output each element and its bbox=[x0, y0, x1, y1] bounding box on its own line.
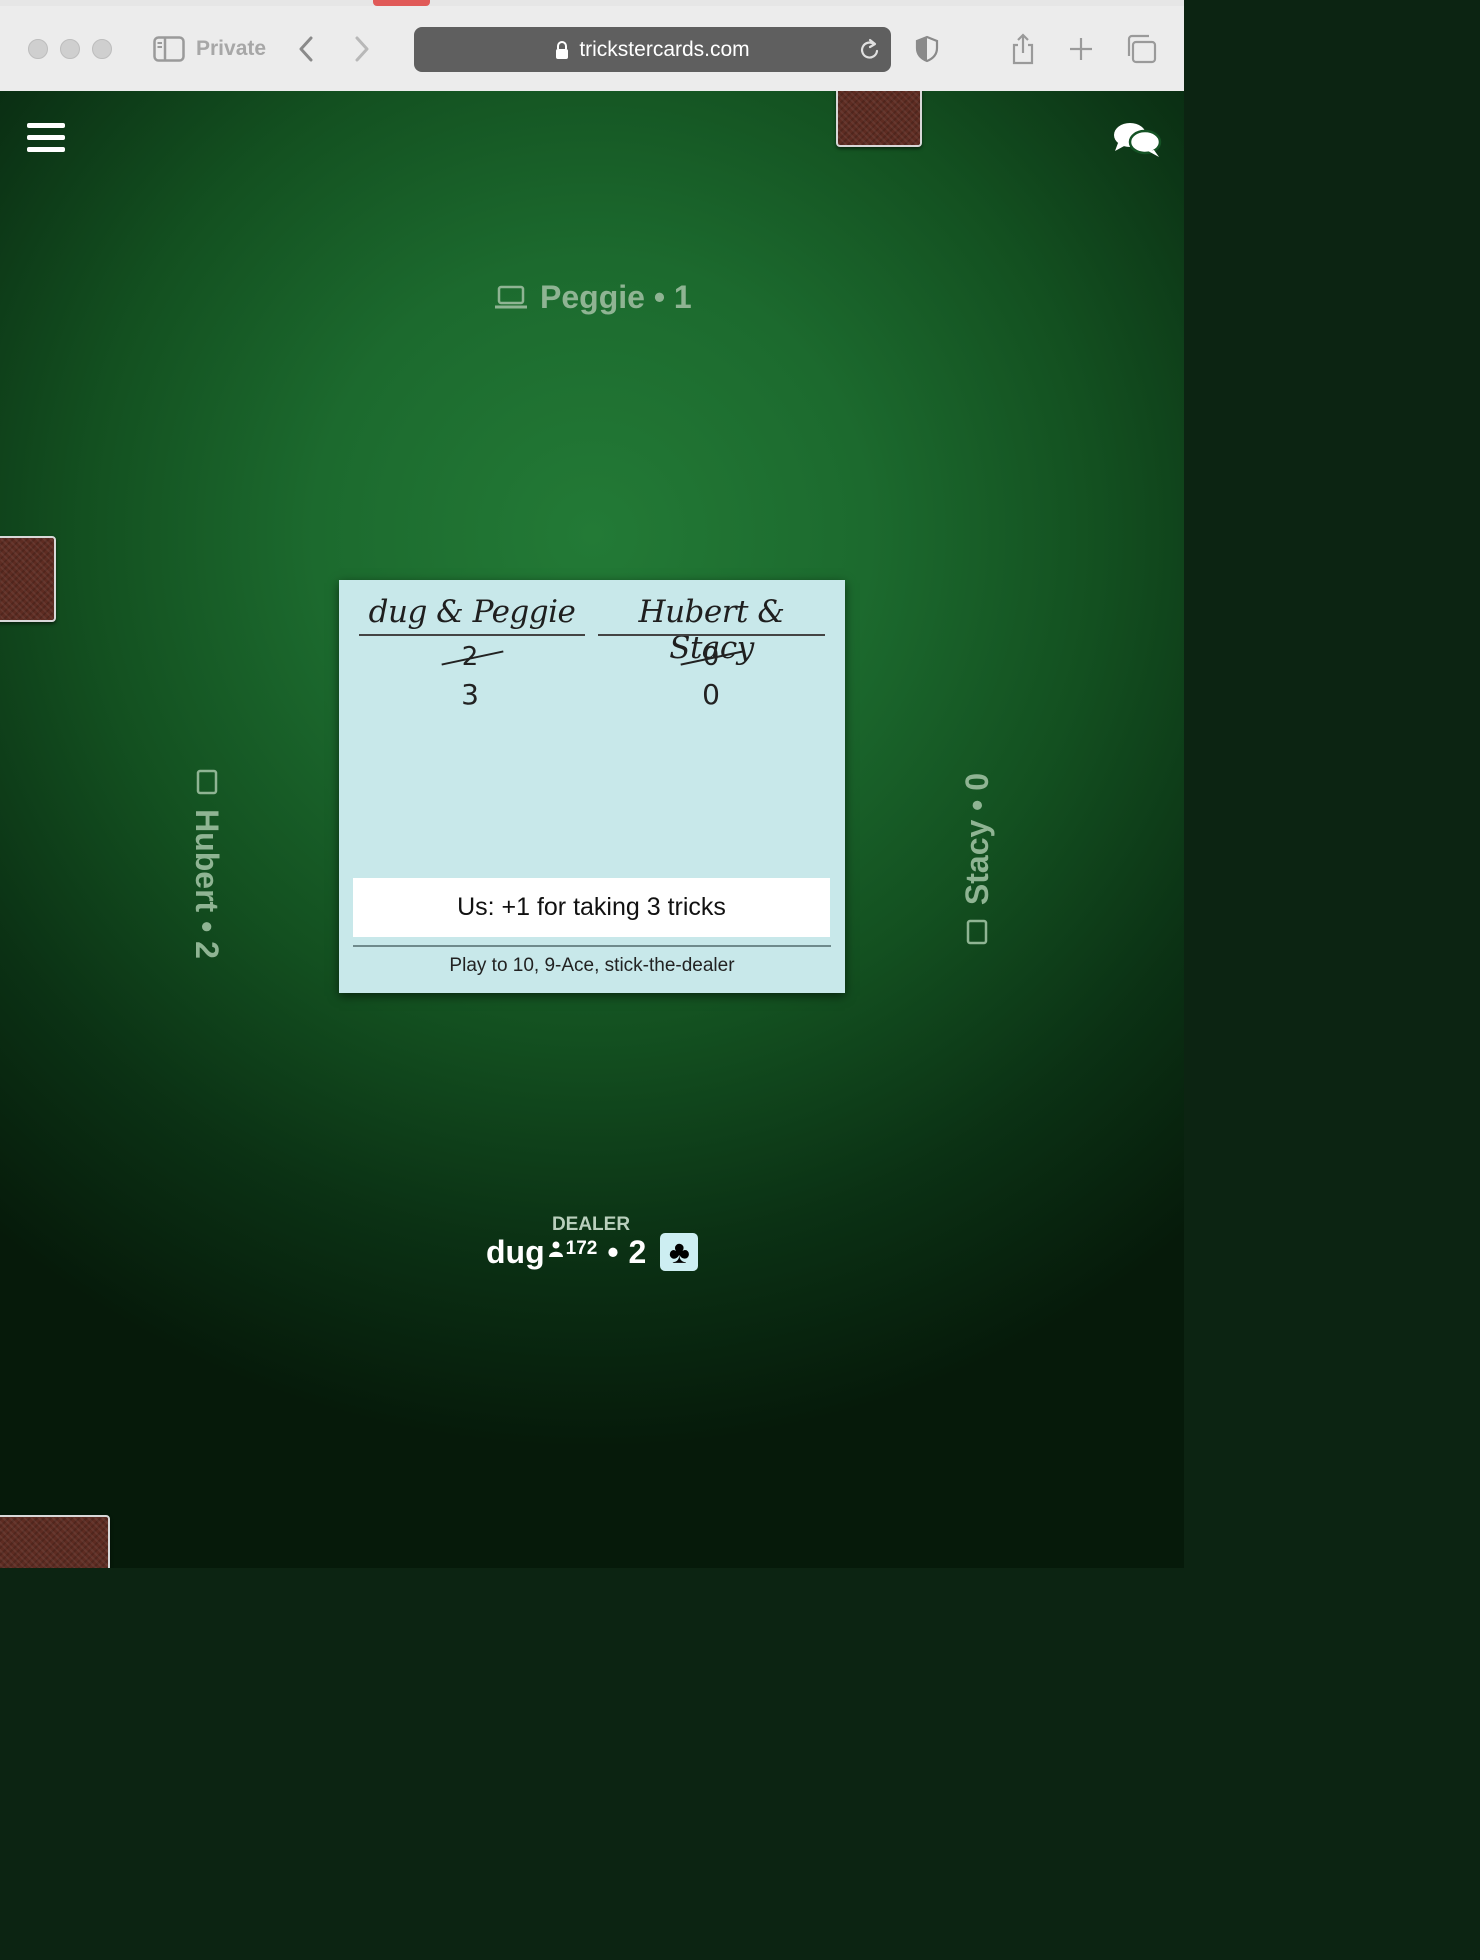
chat-icon[interactable] bbox=[1112, 120, 1162, 165]
game-table: Peggie • 1 Hubert • 2 Stacy • 0 dug & Pe… bbox=[0, 91, 1184, 1568]
forward-icon[interactable] bbox=[348, 32, 376, 66]
team-1-name: dug & Peggie bbox=[368, 594, 576, 630]
tab-overview-icon[interactable] bbox=[1124, 32, 1158, 66]
player-right-name-score: Stacy • 0 bbox=[958, 772, 995, 906]
person-icon bbox=[548, 1241, 563, 1257]
menu-icon[interactable] bbox=[27, 123, 65, 155]
team-2-divider bbox=[598, 634, 825, 636]
player-me: dug 172 • 2 ♣ bbox=[486, 1233, 699, 1271]
private-mode-label: Private bbox=[196, 37, 267, 60]
player-me-rating-value: 172 bbox=[565, 1238, 598, 1259]
player-top: Peggie • 1 bbox=[494, 279, 692, 316]
share-icon[interactable] bbox=[1008, 32, 1038, 66]
rules-divider bbox=[353, 945, 831, 947]
active-tab-indicator[interactable] bbox=[373, 0, 430, 6]
lock-icon bbox=[555, 40, 569, 60]
minimize-window-button[interactable] bbox=[60, 39, 80, 59]
team-1-current-score: 3 bbox=[461, 678, 479, 711]
team-1-divider bbox=[359, 634, 585, 636]
back-icon[interactable] bbox=[292, 32, 320, 66]
player-right: Stacy • 0 bbox=[958, 768, 996, 954]
left-player-card-stack bbox=[0, 536, 56, 622]
tablet-icon bbox=[193, 765, 221, 797]
reload-icon[interactable] bbox=[859, 38, 881, 68]
player-me-name: dug bbox=[486, 1233, 545, 1270]
my-card-stack bbox=[0, 1515, 110, 1568]
close-window-button[interactable] bbox=[28, 39, 48, 59]
zoom-window-button[interactable] bbox=[92, 39, 112, 59]
player-top-name-score: Peggie • 1 bbox=[540, 279, 692, 315]
tablet-icon bbox=[963, 917, 991, 949]
top-player-card-stack bbox=[836, 91, 922, 147]
laptop-icon bbox=[494, 285, 528, 311]
browser-toolbar: Private trickstercards.com bbox=[0, 0, 1184, 92]
player-left-name-score: Hubert • 2 bbox=[189, 809, 226, 959]
sidebar-toggle-icon[interactable] bbox=[152, 32, 186, 66]
new-tab-icon[interactable] bbox=[1066, 32, 1096, 66]
address-bar[interactable]: trickstercards.com bbox=[414, 27, 891, 72]
privacy-shield-icon[interactable] bbox=[912, 32, 942, 66]
player-me-rating: 172 bbox=[548, 1238, 598, 1260]
tab-strip bbox=[0, 0, 1184, 6]
club-suit-icon: ♣ bbox=[660, 1233, 699, 1271]
team-2-current-score: 0 bbox=[702, 678, 720, 711]
score-separator: • bbox=[607, 1233, 619, 1270]
url-text: trickstercards.com bbox=[579, 37, 750, 61]
player-left: Hubert • 2 bbox=[188, 765, 226, 959]
game-rules-text: Play to 10, 9-Ace, stick-the-dealer bbox=[449, 955, 735, 976]
hand-result-message: Us: +1 for taking 3 tricks bbox=[353, 878, 830, 937]
scorecard: dug & Peggie Hubert & Stacy 2 3 0 0 Us: … bbox=[339, 580, 845, 993]
player-me-score: 2 bbox=[628, 1233, 647, 1270]
